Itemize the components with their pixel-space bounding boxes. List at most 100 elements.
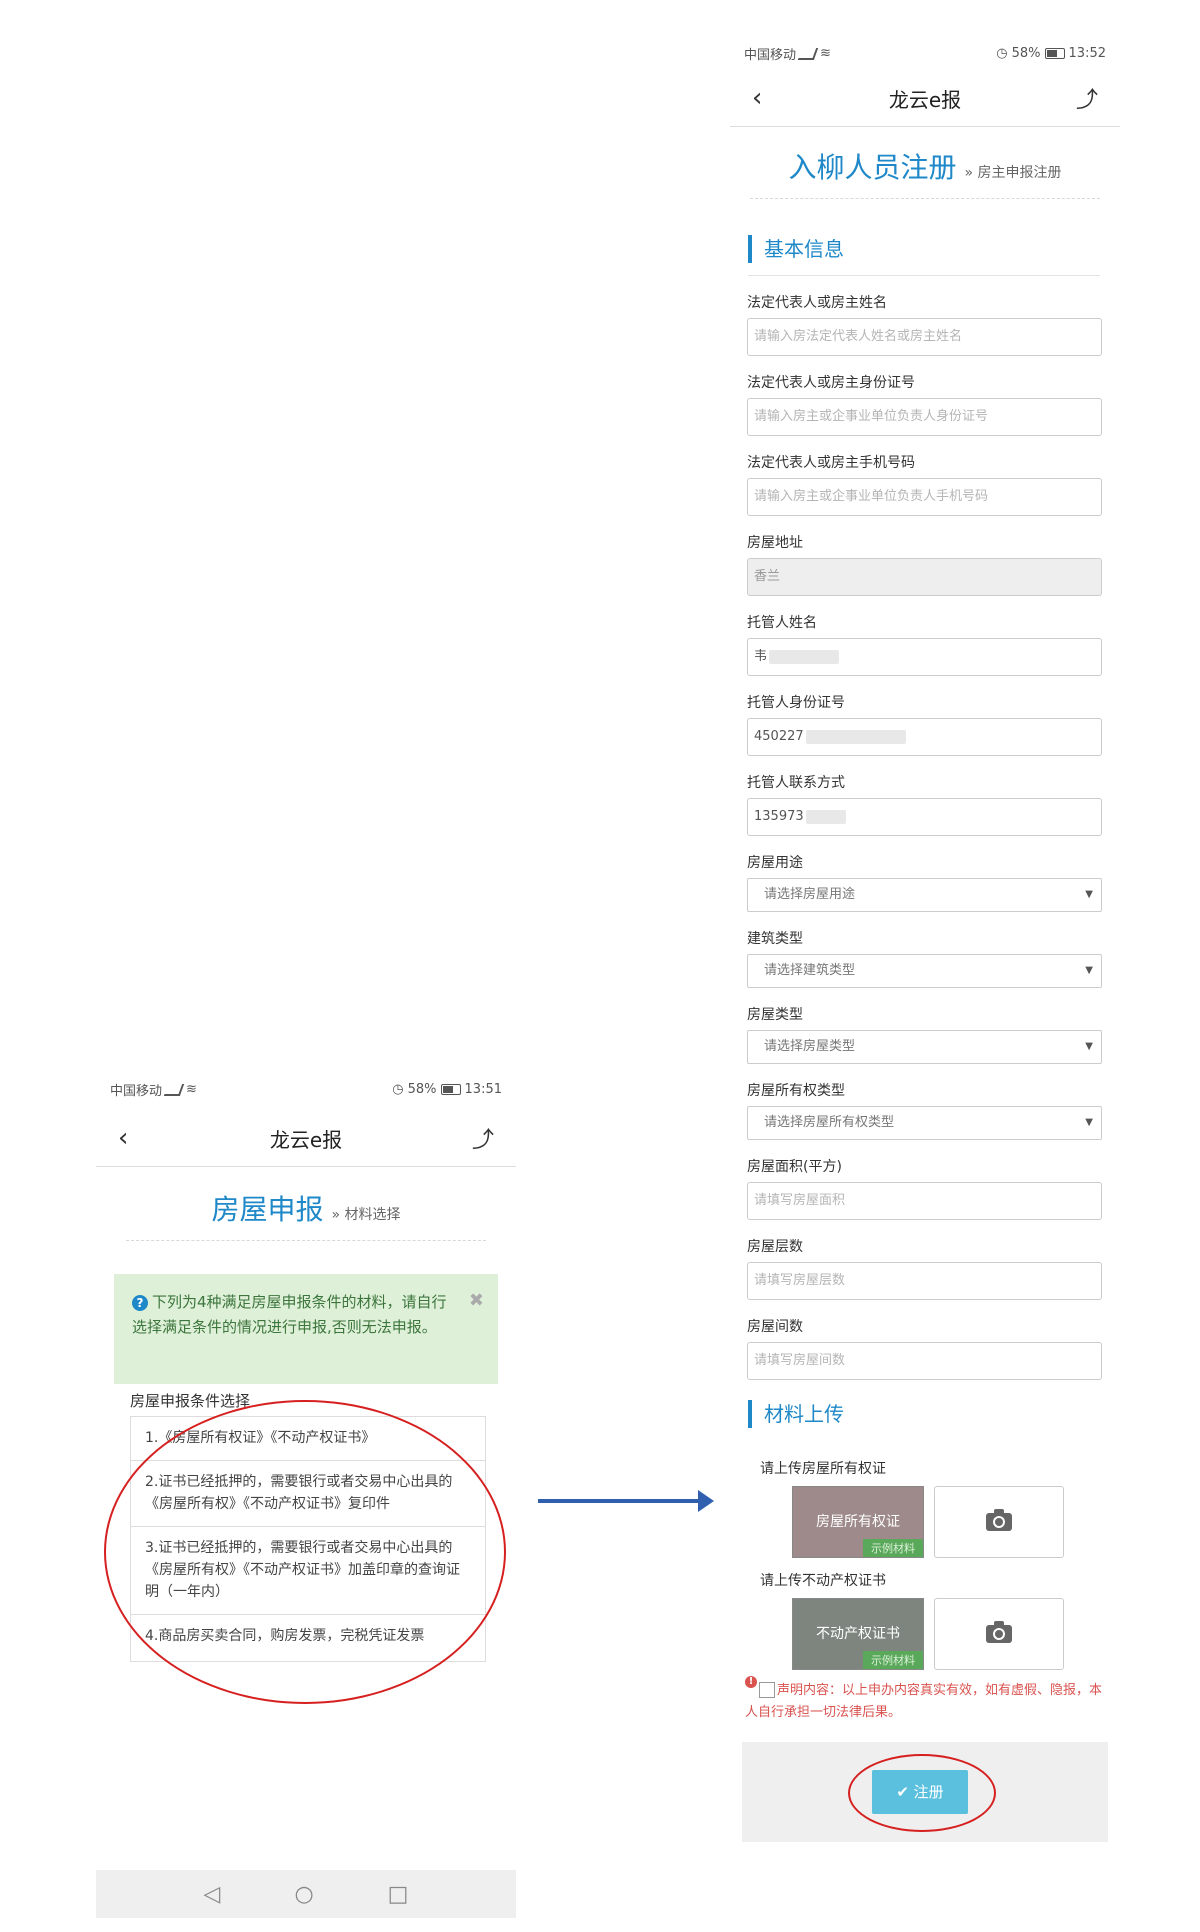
field-label-trustee-name: 托管人姓名 (747, 615, 817, 631)
section-title-upload: 材料上传 (748, 1400, 844, 1428)
declaration-checkbox[interactable] (759, 1681, 775, 1698)
usage-select[interactable]: 请选择房屋用途 ▼ (747, 878, 1102, 912)
alarm-icon: ◷ (392, 1082, 404, 1097)
share-icon[interactable]: ⤴ (1076, 82, 1098, 114)
redacted-blur (805, 729, 906, 744)
address-input: 香兰 (747, 558, 1102, 596)
upload-ownership-button[interactable] (934, 1486, 1064, 1558)
trustee-contact-input[interactable]: 135973 (747, 798, 1102, 836)
dropdown-caret-icon: ▼ (1085, 965, 1093, 976)
status-bar: 中国移动 ≋ ◷ 58% 13:51 (96, 1080, 516, 1099)
system-nav-bar: ◁ ○ □ (96, 1870, 516, 1918)
field-label-trustee-contact: 托管人联系方式 (747, 775, 845, 791)
field-label-address: 房屋地址 (747, 535, 803, 551)
camera-icon (986, 1509, 1012, 1531)
section-title-basic: 基本信息 (748, 235, 844, 263)
carrier-label: 中国移动 (744, 48, 797, 63)
building-type-select[interactable]: 请选择建筑类型 ▼ (747, 954, 1102, 988)
sample-tag: 示例材料 (863, 1539, 923, 1557)
wifi-icon: ≋ (186, 1082, 197, 1097)
page-subtitle: » 房主申报注册 (964, 165, 1062, 181)
clock-time: 13:51 (464, 1082, 502, 1097)
ownership-type-value: 请选择房屋所有权类型 (764, 1115, 895, 1130)
field-label-owner-id: 法定代表人或房主身份证号 (747, 375, 915, 391)
redacted-blur (805, 809, 846, 824)
area-input[interactable]: 请填写房屋面积 (747, 1182, 1102, 1220)
condition-item-2[interactable]: 2.证书已经抵押的，需要银行或者交易中心出具的《房屋所有权》《不动产权证书》复印… (131, 1461, 485, 1527)
alert-text: 下列为4种满足房屋申报条件的材料，请自行选择满足条件的情况进行申报,否则无法申报… (132, 1293, 447, 1336)
condition-item-4[interactable]: 4.商品房买卖合同，购房发票，完税凭证发票 (131, 1615, 485, 1661)
field-label-ownership-type: 房屋所有权类型 (747, 1083, 845, 1099)
question-icon: ? (132, 1295, 148, 1311)
alarm-icon: ◷ (996, 46, 1008, 61)
status-bar: 中国移动 ≋ ◷ 58% 13:52 (730, 44, 1120, 63)
app-title: 龙云e报 (269, 1127, 343, 1152)
condition-label: 房屋申报条件选择 (130, 1392, 251, 1410)
info-alert: ? 下列为4种满足房屋申报条件的材料，请自行选择满足条件的情况进行申报,否则无法申… (114, 1274, 498, 1384)
sample-text: 不动产权证书 (816, 1626, 900, 1642)
nav-home-icon[interactable]: ○ (294, 1882, 313, 1907)
page-title: 入柳人员注册 (788, 151, 957, 184)
field-label-owner-phone: 法定代表人或房主手机号码 (747, 455, 915, 471)
back-arrow-icon[interactable]: ‹ (752, 83, 762, 113)
upload-property-button[interactable] (934, 1598, 1064, 1670)
building-type-value: 请选择建筑类型 (764, 963, 856, 978)
owner-name-input[interactable]: 请输入房法定代表人姓名或房主姓名 (747, 318, 1102, 356)
share-icon[interactable]: ⤴ (472, 1122, 494, 1154)
dropdown-caret-icon: ▼ (1085, 1117, 1093, 1128)
owner-phone-input[interactable]: 请输入房主或企事业单位负责人手机号码 (747, 478, 1102, 516)
field-label-rooms: 房屋间数 (747, 1319, 803, 1335)
app-navbar: ‹ 龙云e报 ⤴ (96, 1110, 516, 1167)
nav-back-icon[interactable]: ◁ (204, 1882, 221, 1907)
owner-id-input[interactable]: 请输入房主或企事业单位负责人身份证号 (747, 398, 1102, 436)
ownership-type-select[interactable]: 请选择房屋所有权类型 ▼ (747, 1106, 1102, 1140)
field-label-trustee-id: 托管人身份证号 (747, 695, 845, 711)
trustee-id-input[interactable]: 450227 (747, 718, 1102, 756)
page-title: 房屋申报 (211, 1193, 324, 1226)
battery-percent: 58% (407, 1082, 437, 1097)
dropdown-caret-icon: ▼ (1085, 889, 1093, 900)
wifi-icon: ≋ (820, 46, 831, 61)
close-icon[interactable]: ✖ (469, 1288, 484, 1313)
redacted-blur (769, 649, 840, 664)
right-phone-screen: 中国移动 ≋ ◷ 58% 13:52 ‹ 龙云e报 ⤴ 入柳人员注册» 房主申报注册 … (730, 30, 1120, 1860)
battery-percent: 58% (1011, 46, 1041, 61)
camera-icon (986, 1621, 1012, 1643)
section-divider (748, 275, 1100, 276)
condition-item-1[interactable]: 1.《房屋所有权证》《不动产权证书》 (131, 1417, 485, 1461)
nav-recent-icon[interactable]: □ (388, 1882, 409, 1907)
signal-icon (797, 47, 819, 60)
field-label-usage: 房屋用途 (747, 855, 803, 871)
clock-time: 13:52 (1068, 46, 1106, 61)
field-label-area: 房屋面积(平方) (747, 1159, 842, 1175)
condition-item-3[interactable]: 3.证书已经抵押的，需要银行或者交易中心出具的《房屋所有权》《不动产权证书》加盖… (131, 1527, 485, 1615)
sample-property-image: 不动产权证书 示例材料 (792, 1598, 924, 1670)
signal-icon (163, 1083, 185, 1096)
app-navbar: ‹ 龙云e报 ⤴ (730, 70, 1120, 127)
trustee-name-value: 韦 (754, 649, 768, 664)
trustee-name-input[interactable]: 韦 (747, 638, 1102, 676)
address-value: 香兰 (754, 569, 781, 584)
sample-ownership-image: 房屋所有权证 示例材料 (792, 1486, 924, 1558)
warning-icon: ! (745, 1676, 757, 1688)
declaration: !声明内容：以上申办内容真实有效，如有虚假、隐报，本人自行承担一切法律后果。 (745, 1676, 1105, 1724)
floors-input[interactable]: 请填写房屋层数 (747, 1262, 1102, 1300)
page-header: 房屋申报 » 材料选择 (96, 1188, 516, 1228)
carrier-label: 中国移动 (110, 1084, 163, 1099)
trustee-id-value: 450227 (754, 729, 804, 744)
back-arrow-icon[interactable]: ‹ (118, 1123, 128, 1153)
battery-icon (440, 1084, 461, 1095)
page-header: 入柳人员注册 » 房主申报注册 (730, 146, 1120, 186)
usage-select-value: 请选择房屋用途 (764, 887, 856, 902)
trustee-contact-value: 135973 (754, 809, 804, 824)
register-button[interactable]: ✔ 注册 (872, 1770, 968, 1814)
battery-icon (1044, 48, 1065, 59)
rooms-input[interactable]: 请填写房屋间数 (747, 1342, 1102, 1380)
condition-list: 1.《房屋所有权证》《不动产权证书》 2.证书已经抵押的，需要银行或者交易中心出… (130, 1416, 486, 1662)
header-divider (126, 1240, 486, 1241)
field-label-floors: 房屋层数 (747, 1239, 803, 1255)
field-label-building-type: 建筑类型 (747, 931, 803, 947)
house-type-select[interactable]: 请选择房屋类型 ▼ (747, 1030, 1102, 1064)
declaration-text: 声明内容：以上申办内容真实有效，如有虚假、隐报，本人自行承担一切法律后果。 (745, 1683, 1103, 1720)
arrow-shaft (538, 1499, 700, 1503)
